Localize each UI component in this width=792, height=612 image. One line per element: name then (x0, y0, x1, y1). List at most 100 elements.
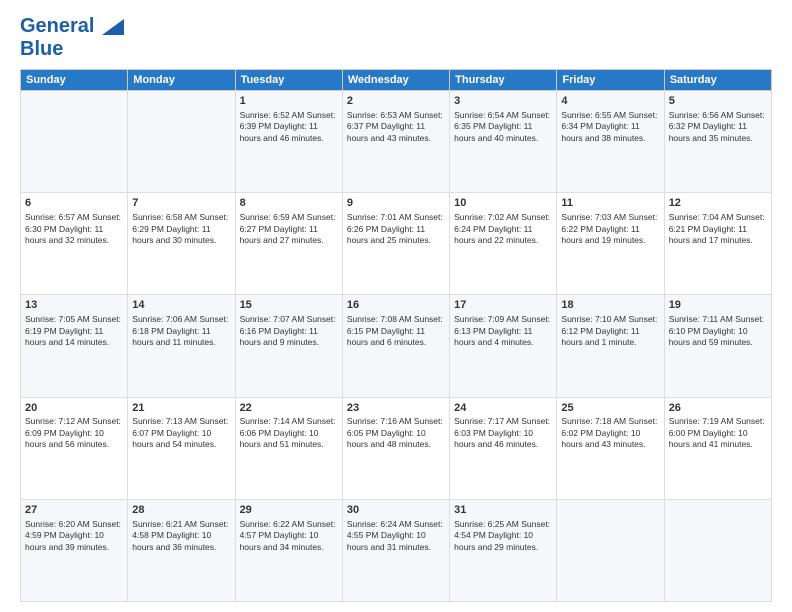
day-number: 5 (669, 94, 767, 109)
calendar-cell: 22Sunrise: 7:14 AM Sunset: 6:06 PM Dayli… (235, 397, 342, 499)
day-number: 7 (132, 196, 230, 211)
calendar-cell (557, 499, 664, 601)
day-header-sunday: Sunday (21, 70, 128, 91)
day-number: 24 (454, 401, 552, 416)
logo-text: General (20, 15, 124, 38)
calendar-cell: 17Sunrise: 7:09 AM Sunset: 6:13 PM Dayli… (450, 295, 557, 397)
calendar-cell: 11Sunrise: 7:03 AM Sunset: 6:22 PM Dayli… (557, 193, 664, 295)
calendar-cell (664, 499, 771, 601)
cell-content: Sunrise: 7:12 AM Sunset: 6:09 PM Dayligh… (25, 416, 123, 450)
cell-content: Sunrise: 7:10 AM Sunset: 6:12 PM Dayligh… (561, 314, 659, 348)
day-number: 2 (347, 94, 445, 109)
calendar-cell: 4Sunrise: 6:55 AM Sunset: 6:34 PM Daylig… (557, 91, 664, 193)
page: General Blue SundayMondayTuesdayWednesda… (0, 0, 792, 612)
week-row-3: 13Sunrise: 7:05 AM Sunset: 6:19 PM Dayli… (21, 295, 772, 397)
cell-content: Sunrise: 6:25 AM Sunset: 4:54 PM Dayligh… (454, 519, 552, 553)
day-number: 11 (561, 196, 659, 211)
day-header-friday: Friday (557, 70, 664, 91)
calendar-cell: 15Sunrise: 7:07 AM Sunset: 6:16 PM Dayli… (235, 295, 342, 397)
day-header-wednesday: Wednesday (342, 70, 449, 91)
day-header-tuesday: Tuesday (235, 70, 342, 91)
day-number: 3 (454, 94, 552, 109)
calendar-cell: 13Sunrise: 7:05 AM Sunset: 6:19 PM Dayli… (21, 295, 128, 397)
calendar-cell: 9Sunrise: 7:01 AM Sunset: 6:26 PM Daylig… (342, 193, 449, 295)
day-number: 14 (132, 298, 230, 313)
cell-content: Sunrise: 6:59 AM Sunset: 6:27 PM Dayligh… (240, 212, 338, 246)
day-number: 21 (132, 401, 230, 416)
day-number: 26 (669, 401, 767, 416)
cell-content: Sunrise: 6:21 AM Sunset: 4:58 PM Dayligh… (132, 519, 230, 553)
calendar-cell: 10Sunrise: 7:02 AM Sunset: 6:24 PM Dayli… (450, 193, 557, 295)
cell-content: Sunrise: 7:03 AM Sunset: 6:22 PM Dayligh… (561, 212, 659, 246)
logo-blue: Blue (20, 38, 63, 60)
cell-content: Sunrise: 7:17 AM Sunset: 6:03 PM Dayligh… (454, 416, 552, 450)
calendar-cell: 8Sunrise: 6:59 AM Sunset: 6:27 PM Daylig… (235, 193, 342, 295)
day-number: 23 (347, 401, 445, 416)
day-number: 18 (561, 298, 659, 313)
calendar-cell: 18Sunrise: 7:10 AM Sunset: 6:12 PM Dayli… (557, 295, 664, 397)
calendar-cell: 5Sunrise: 6:56 AM Sunset: 6:32 PM Daylig… (664, 91, 771, 193)
cell-content: Sunrise: 7:04 AM Sunset: 6:21 PM Dayligh… (669, 212, 767, 246)
calendar-cell: 21Sunrise: 7:13 AM Sunset: 6:07 PM Dayli… (128, 397, 235, 499)
cell-content: Sunrise: 7:06 AM Sunset: 6:18 PM Dayligh… (132, 314, 230, 348)
calendar-cell (21, 91, 128, 193)
day-number: 15 (240, 298, 338, 313)
day-number: 29 (240, 503, 338, 518)
calendar-cell: 24Sunrise: 7:17 AM Sunset: 6:03 PM Dayli… (450, 397, 557, 499)
day-number: 30 (347, 503, 445, 518)
cell-content: Sunrise: 7:08 AM Sunset: 6:15 PM Dayligh… (347, 314, 445, 348)
day-header-monday: Monday (128, 70, 235, 91)
calendar-cell: 27Sunrise: 6:20 AM Sunset: 4:59 PM Dayli… (21, 499, 128, 601)
header: General Blue (20, 15, 772, 61)
cell-content: Sunrise: 7:11 AM Sunset: 6:10 PM Dayligh… (669, 314, 767, 348)
cell-content: Sunrise: 6:24 AM Sunset: 4:55 PM Dayligh… (347, 519, 445, 553)
calendar-cell: 29Sunrise: 6:22 AM Sunset: 4:57 PM Dayli… (235, 499, 342, 601)
calendar-cell: 20Sunrise: 7:12 AM Sunset: 6:09 PM Dayli… (21, 397, 128, 499)
calendar-cell: 19Sunrise: 7:11 AM Sunset: 6:10 PM Dayli… (664, 295, 771, 397)
cell-content: Sunrise: 6:20 AM Sunset: 4:59 PM Dayligh… (25, 519, 123, 553)
week-row-4: 20Sunrise: 7:12 AM Sunset: 6:09 PM Dayli… (21, 397, 772, 499)
logo-icon (102, 19, 124, 35)
cell-content: Sunrise: 6:53 AM Sunset: 6:37 PM Dayligh… (347, 110, 445, 144)
day-number: 10 (454, 196, 552, 211)
calendar-cell: 14Sunrise: 7:06 AM Sunset: 6:18 PM Dayli… (128, 295, 235, 397)
cell-content: Sunrise: 7:07 AM Sunset: 6:16 PM Dayligh… (240, 314, 338, 348)
day-number: 27 (25, 503, 123, 518)
logo: General Blue (20, 15, 124, 61)
day-number: 20 (25, 401, 123, 416)
calendar-cell: 7Sunrise: 6:58 AM Sunset: 6:29 PM Daylig… (128, 193, 235, 295)
cell-content: Sunrise: 7:16 AM Sunset: 6:05 PM Dayligh… (347, 416, 445, 450)
day-number: 28 (132, 503, 230, 518)
calendar-table: SundayMondayTuesdayWednesdayThursdayFrid… (20, 69, 772, 602)
calendar-cell (128, 91, 235, 193)
calendar-cell: 3Sunrise: 6:54 AM Sunset: 6:35 PM Daylig… (450, 91, 557, 193)
cell-content: Sunrise: 7:05 AM Sunset: 6:19 PM Dayligh… (25, 314, 123, 348)
cell-content: Sunrise: 7:18 AM Sunset: 6:02 PM Dayligh… (561, 416, 659, 450)
cell-content: Sunrise: 7:19 AM Sunset: 6:00 PM Dayligh… (669, 416, 767, 450)
day-number: 22 (240, 401, 338, 416)
calendar-cell: 16Sunrise: 7:08 AM Sunset: 6:15 PM Dayli… (342, 295, 449, 397)
day-number: 6 (25, 196, 123, 211)
day-number: 25 (561, 401, 659, 416)
week-row-1: 1Sunrise: 6:52 AM Sunset: 6:39 PM Daylig… (21, 91, 772, 193)
day-number: 31 (454, 503, 552, 518)
cell-content: Sunrise: 6:52 AM Sunset: 6:39 PM Dayligh… (240, 110, 338, 144)
cell-content: Sunrise: 7:01 AM Sunset: 6:26 PM Dayligh… (347, 212, 445, 246)
calendar-cell: 23Sunrise: 7:16 AM Sunset: 6:05 PM Dayli… (342, 397, 449, 499)
calendar-cell: 25Sunrise: 7:18 AM Sunset: 6:02 PM Dayli… (557, 397, 664, 499)
cell-content: Sunrise: 7:14 AM Sunset: 6:06 PM Dayligh… (240, 416, 338, 450)
header-row: SundayMondayTuesdayWednesdayThursdayFrid… (21, 70, 772, 91)
day-number: 17 (454, 298, 552, 313)
day-number: 1 (240, 94, 338, 109)
cell-content: Sunrise: 7:02 AM Sunset: 6:24 PM Dayligh… (454, 212, 552, 246)
calendar-cell: 31Sunrise: 6:25 AM Sunset: 4:54 PM Dayli… (450, 499, 557, 601)
calendar-cell: 30Sunrise: 6:24 AM Sunset: 4:55 PM Dayli… (342, 499, 449, 601)
day-number: 19 (669, 298, 767, 313)
calendar-cell: 2Sunrise: 6:53 AM Sunset: 6:37 PM Daylig… (342, 91, 449, 193)
calendar-cell: 1Sunrise: 6:52 AM Sunset: 6:39 PM Daylig… (235, 91, 342, 193)
cell-content: Sunrise: 7:09 AM Sunset: 6:13 PM Dayligh… (454, 314, 552, 348)
day-header-thursday: Thursday (450, 70, 557, 91)
cell-content: Sunrise: 6:55 AM Sunset: 6:34 PM Dayligh… (561, 110, 659, 144)
day-number: 4 (561, 94, 659, 109)
day-number: 8 (240, 196, 338, 211)
